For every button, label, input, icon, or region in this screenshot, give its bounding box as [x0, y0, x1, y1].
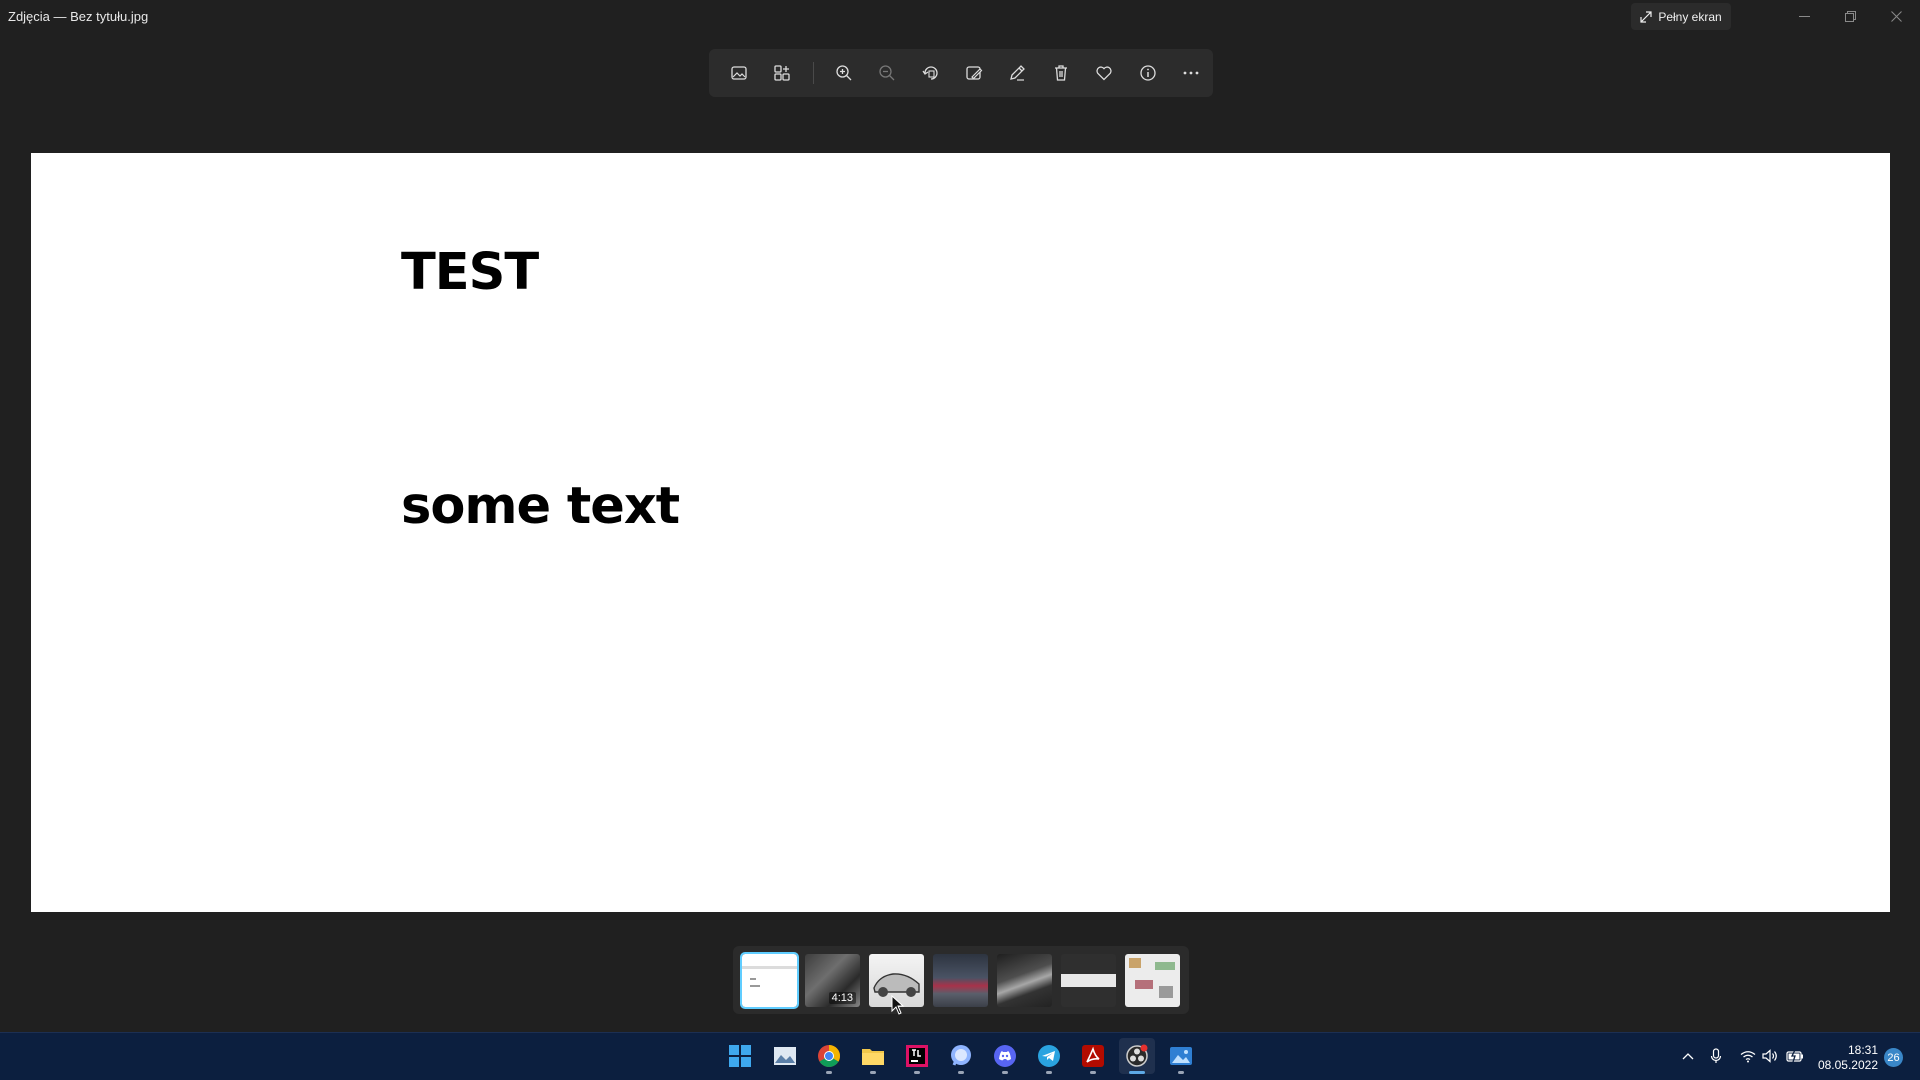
minimize-icon — [1798, 15, 1810, 17]
maximize-button[interactable] — [1827, 0, 1873, 32]
edit-image-icon — [966, 66, 983, 80]
image-toolbar — [709, 49, 1213, 97]
start-button[interactable] — [722, 1038, 758, 1074]
expand-icon — [1640, 10, 1652, 23]
view-image-icon — [731, 66, 747, 80]
image-body-text: some text — [401, 477, 680, 536]
windows-logo-icon — [729, 1045, 751, 1067]
draw-icon — [1010, 65, 1026, 81]
zoom-in-button[interactable] — [822, 53, 865, 93]
taskbar-obs[interactable] — [1119, 1038, 1155, 1074]
fullscreen-label: Pełny ekran — [1658, 9, 1722, 24]
zoom-out-button[interactable] — [865, 53, 908, 93]
info-icon — [1140, 65, 1156, 81]
zoom-in-icon — [835, 65, 852, 81]
thumbnail-video[interactable]: 4:13 — [805, 954, 860, 1007]
taskbar-telegram[interactable] — [1031, 1038, 1067, 1074]
running-indicator — [914, 1071, 920, 1074]
wifi-icon — [1740, 1050, 1756, 1062]
taskbar: 18:31 08.05.2022 26 — [0, 1032, 1920, 1080]
info-button[interactable] — [1126, 53, 1169, 93]
title-bar: Zdjęcia — Bez tytułu.jpg Pełny ekran — [0, 0, 1920, 33]
discord-icon — [994, 1045, 1016, 1067]
chrome-icon — [818, 1045, 840, 1067]
taskbar-messenger[interactable] — [943, 1038, 979, 1074]
battery-tray[interactable] — [1786, 1047, 1804, 1065]
acrobat-icon — [1082, 1045, 1104, 1067]
edit-image-button[interactable] — [952, 53, 995, 93]
microphone-icon — [1710, 1048, 1722, 1063]
video-duration: 4:13 — [828, 992, 856, 1004]
chevron-up-icon — [1682, 1053, 1694, 1060]
taskbar-jetbrains[interactable] — [899, 1038, 935, 1074]
running-indicator — [1046, 1071, 1052, 1074]
active-indicator — [1129, 1071, 1145, 1074]
speaker-icon — [1762, 1049, 1777, 1063]
close-icon — [1890, 10, 1902, 22]
telegram-icon — [1038, 1045, 1060, 1067]
displayed-image[interactable]: TEST some text — [31, 153, 1890, 912]
thumbnail-photo-4[interactable] — [933, 954, 988, 1007]
show-hidden-icons-button[interactable] — [1679, 1047, 1697, 1065]
mouse-cursor-icon — [891, 995, 905, 1015]
heart-icon — [1096, 66, 1112, 81]
fullscreen-button[interactable]: Pełny ekran — [1631, 3, 1731, 30]
taskbar-chrome[interactable] — [811, 1038, 847, 1074]
taskbar-discord[interactable] — [987, 1038, 1023, 1074]
favorite-button[interactable] — [1083, 53, 1126, 93]
microphone-tray[interactable] — [1707, 1047, 1725, 1065]
rotate-icon — [921, 66, 938, 80]
running-indicator — [870, 1071, 876, 1074]
filmstrip: 4:13 — [733, 946, 1189, 1014]
restore-icon — [1844, 10, 1856, 22]
minimize-button[interactable] — [1781, 0, 1827, 32]
running-indicator — [958, 1071, 964, 1074]
thumbnail-photo-5[interactable] — [997, 954, 1052, 1007]
notification-badge[interactable]: 26 — [1884, 1048, 1903, 1067]
rotate-button[interactable] — [909, 53, 952, 93]
jetbrains-icon — [906, 1045, 928, 1067]
running-indicator — [1178, 1071, 1184, 1074]
gallery-button[interactable] — [760, 53, 803, 93]
window-title: Zdjęcia — Bez tytułu.jpg — [8, 9, 149, 24]
obs-icon — [1126, 1044, 1148, 1067]
close-button[interactable] — [1873, 0, 1919, 32]
toolbar-divider — [812, 62, 814, 84]
taskbar-photos-gallery[interactable] — [767, 1038, 803, 1074]
taskbar-photos[interactable] — [1163, 1038, 1199, 1074]
more-options-button[interactable] — [1170, 53, 1213, 93]
delete-button[interactable] — [1039, 53, 1082, 93]
taskbar-file-explorer[interactable] — [855, 1038, 891, 1074]
thumbnail-photo-7[interactable] — [1125, 954, 1180, 1007]
view-image-button[interactable] — [717, 53, 760, 93]
battery-charging-icon — [1786, 1050, 1803, 1062]
gallery-icon — [774, 65, 790, 81]
more-icon — [1183, 71, 1199, 75]
clock-date: 08.05.2022 — [1817, 1058, 1878, 1072]
running-indicator — [826, 1071, 832, 1074]
delete-icon — [1054, 65, 1067, 81]
running-indicator — [1002, 1071, 1008, 1074]
draw-button[interactable] — [996, 53, 1039, 93]
folder-icon — [862, 1049, 884, 1065]
thumbnail-photo-6[interactable] — [1061, 954, 1116, 1007]
zoom-out-icon — [879, 65, 895, 81]
wifi-tray[interactable] — [1739, 1047, 1757, 1065]
taskbar-acrobat[interactable] — [1075, 1038, 1111, 1074]
running-indicator — [1090, 1071, 1096, 1074]
clock[interactable]: 18:31 08.05.2022 — [1812, 1043, 1878, 1073]
image-heading-text: TEST — [401, 243, 539, 302]
volume-tray[interactable] — [1761, 1047, 1779, 1065]
gallery-app-icon — [774, 1047, 796, 1065]
photos-icon — [1170, 1047, 1192, 1065]
messenger-icon — [951, 1045, 971, 1066]
clock-time: 18:31 — [1847, 1043, 1878, 1057]
thumbnail-current[interactable] — [740, 952, 799, 1009]
